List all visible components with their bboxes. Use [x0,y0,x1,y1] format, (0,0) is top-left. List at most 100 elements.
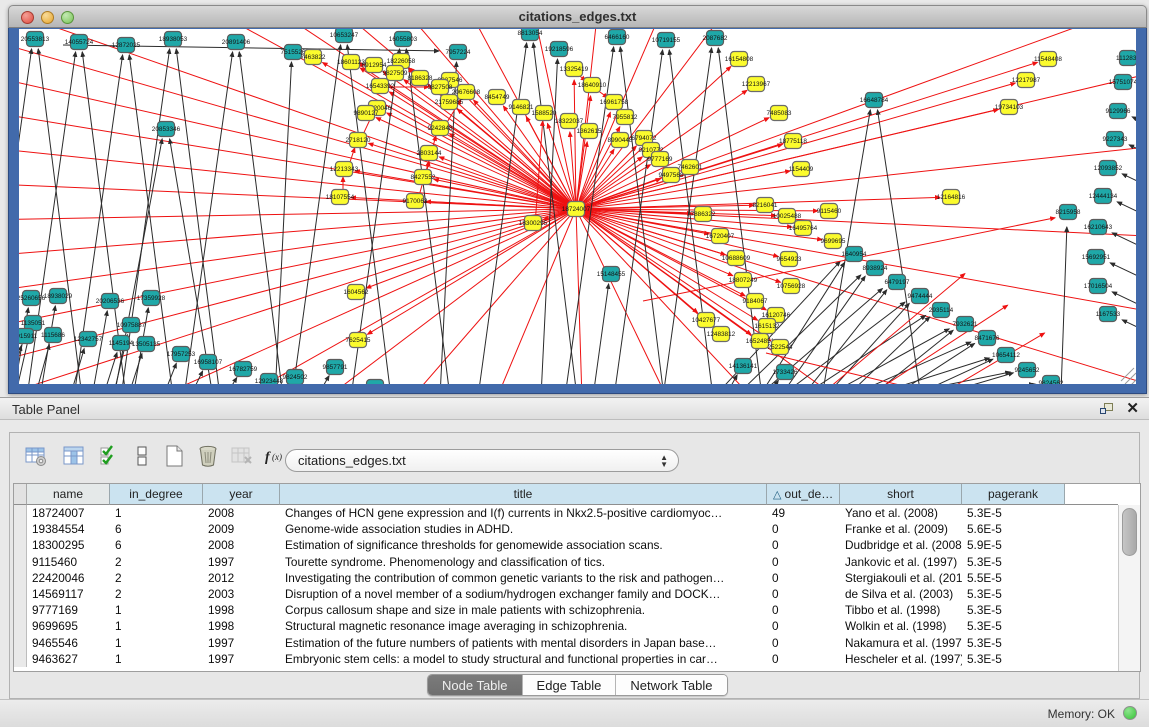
cell-pagerank[interactable]: 5.3E-5 [962,651,1065,667]
graph-node[interactable]: 18640910 [578,78,607,93]
graph-node[interactable]: 12444134 [1089,189,1118,204]
new-table-button[interactable] [161,443,191,473]
cell-in_degree[interactable]: 1 [110,651,203,667]
table-row[interactable]: 1456911722003Disruption of a novel membe… [14,586,1118,602]
graph-node[interactable]: 12213343 [330,162,359,177]
graph-node[interactable]: 15692951 [1082,250,1111,265]
graph-node[interactable]: 7485083 [767,106,792,121]
row-mode-button[interactable] [129,443,159,473]
graph-node[interactable]: 15751074 [1109,75,1136,90]
graph-node[interactable]: 1112836 [1116,51,1136,66]
table-row[interactable]: 977716911998Corpus callosum shape and si… [14,602,1118,618]
cell-year[interactable]: 2003 [203,586,280,602]
cell-year[interactable]: 1997 [203,651,280,667]
graph-node[interactable]: 12217987 [1012,73,1041,88]
cell-title[interactable]: Embryonic stem cells: a model to study s… [280,651,767,667]
scrollbar-thumb[interactable] [1122,508,1137,556]
graph-node[interactable]: 2803144 [417,146,442,161]
graph-node[interactable]: 12164816 [937,190,966,205]
graph-node[interactable]: 9824502 [283,370,308,385]
graph-node[interactable]: 18938053 [159,32,188,47]
graph-node[interactable]: 2522544 [768,340,793,355]
graph-node[interactable]: 9857791 [323,360,348,375]
cell-out_de[interactable]: 0 [767,586,840,602]
undock-panel-icon[interactable] [1100,402,1115,417]
graph-node[interactable]: 1145194 [109,336,134,351]
graph-node[interactable]: 12213967 [742,77,771,92]
table-row[interactable]: 1830029562008Estimation of significance … [14,537,1118,553]
header-filler[interactable] [1065,484,1118,505]
cell-title[interactable]: Corpus callosum shape and size in male p… [280,602,767,618]
graph-node[interactable]: 9184067 [743,294,768,309]
graph-node[interactable]: 9777169 [648,152,673,167]
tab-node-table[interactable]: Node Table [428,675,523,696]
graph-node[interactable]: 16210643 [1084,220,1113,235]
graph-node[interactable]: 20553813 [21,32,50,47]
graph-node[interactable]: 7932621 [953,317,978,332]
table-settings-button[interactable] [23,443,53,473]
graph-node[interactable]: 8990448 [608,133,633,148]
tab-network-table[interactable]: Network Table [616,675,726,696]
cell-in_degree[interactable]: 1 [110,618,203,634]
graph-node[interactable]: 14136141 [729,359,758,374]
graph-node[interactable]: 9115460 [817,204,842,219]
cell-name[interactable]: 22420046 [27,570,110,586]
show-columns-button[interactable] [61,443,91,473]
graph-node[interactable]: 2718120 [346,133,371,148]
cell-in_degree[interactable]: 1 [110,635,203,651]
cell-title[interactable]: Changes of HCN gene expression and I(f) … [280,505,767,521]
cell-year[interactable]: 1997 [203,554,280,570]
cell-out_de[interactable]: 0 [767,537,840,553]
graph-node[interactable]: 9699695 [821,234,846,249]
table-scrollbar[interactable] [1118,505,1140,671]
cell-in_degree[interactable]: 2 [110,570,203,586]
table-row[interactable]: 1872400712008Changes of HCN gene express… [14,505,1118,521]
cell-out_de[interactable]: 0 [767,602,840,618]
graph-node[interactable]: 9824562 [1039,376,1064,385]
cell-out_de[interactable]: 0 [767,635,840,651]
graph-node[interactable]: 10653247 [330,29,359,43]
cell-short[interactable]: Jankovic et al. (1997) [840,554,962,570]
graph-node[interactable]: 13325419 [560,62,589,77]
column-header-year[interactable]: year [203,484,280,505]
graph-node[interactable]: 16720407 [706,229,735,244]
column-header-short[interactable]: short [840,484,962,505]
graph-node[interactable]: 1640954 [842,247,867,262]
cell-name[interactable]: 9115460 [27,554,110,570]
table-row[interactable]: 1938455462009Genome-wide association stu… [14,521,1118,537]
table-row[interactable]: 946362711997Embryonic stem cells: a mode… [14,651,1118,667]
graph-node[interactable]: 7429852 [363,380,388,385]
cell-year[interactable]: 2012 [203,570,280,586]
graph-node[interactable]: 13505135 [132,337,161,352]
graph-node[interactable]: 9170063 [403,194,428,209]
window-titlebar[interactable]: citations_edges.txt [8,5,1147,28]
graph-node[interactable]: 9245652 [1015,363,1040,378]
select-columns-button[interactable] [97,443,127,473]
cell-title[interactable]: Structural magnetic resonance image aver… [280,618,767,634]
graph-node[interactable]: 7955812 [613,110,638,125]
cell-out_de[interactable]: 49 [767,505,840,521]
cell-name[interactable]: 18724007 [27,505,110,521]
cell-name[interactable]: 18300295 [27,537,110,553]
cell-year[interactable]: 2008 [203,537,280,553]
graph-node[interactable]: 7886322 [691,207,716,222]
cell-year[interactable]: 1998 [203,602,280,618]
cell-short[interactable]: Tibbo et al. (1998) [840,602,962,618]
graph-node[interactable]: 8938924 [863,261,888,276]
graph-node[interactable]: 15148455 [597,267,626,282]
cell-name[interactable]: 9463627 [27,651,110,667]
cell-in_degree[interactable]: 1 [110,602,203,618]
cell-pagerank[interactable]: 5.3E-5 [962,618,1065,634]
cell-out_de[interactable]: 0 [767,618,840,634]
cell-title[interactable]: Genome-wide association studies in ADHD. [280,521,767,537]
cell-short[interactable]: Nakamura et al. (1997) [840,635,962,651]
cell-pagerank[interactable]: 5.3E-5 [962,602,1065,618]
table-row[interactable]: 946554611997Estimation of the future num… [14,635,1118,651]
graph-node[interactable]: 19734103 [995,100,1024,115]
graph-node[interactable]: 7462601 [678,160,703,175]
graph-node[interactable]: 9654923 [777,252,802,267]
cell-pagerank[interactable]: 5.3E-5 [962,554,1065,570]
cell-title[interactable]: Disruption of a novel member of a sodium… [280,586,767,602]
graph-node[interactable]: 18107554 [326,190,355,205]
graph-node[interactable]: 18807249 [729,273,758,288]
